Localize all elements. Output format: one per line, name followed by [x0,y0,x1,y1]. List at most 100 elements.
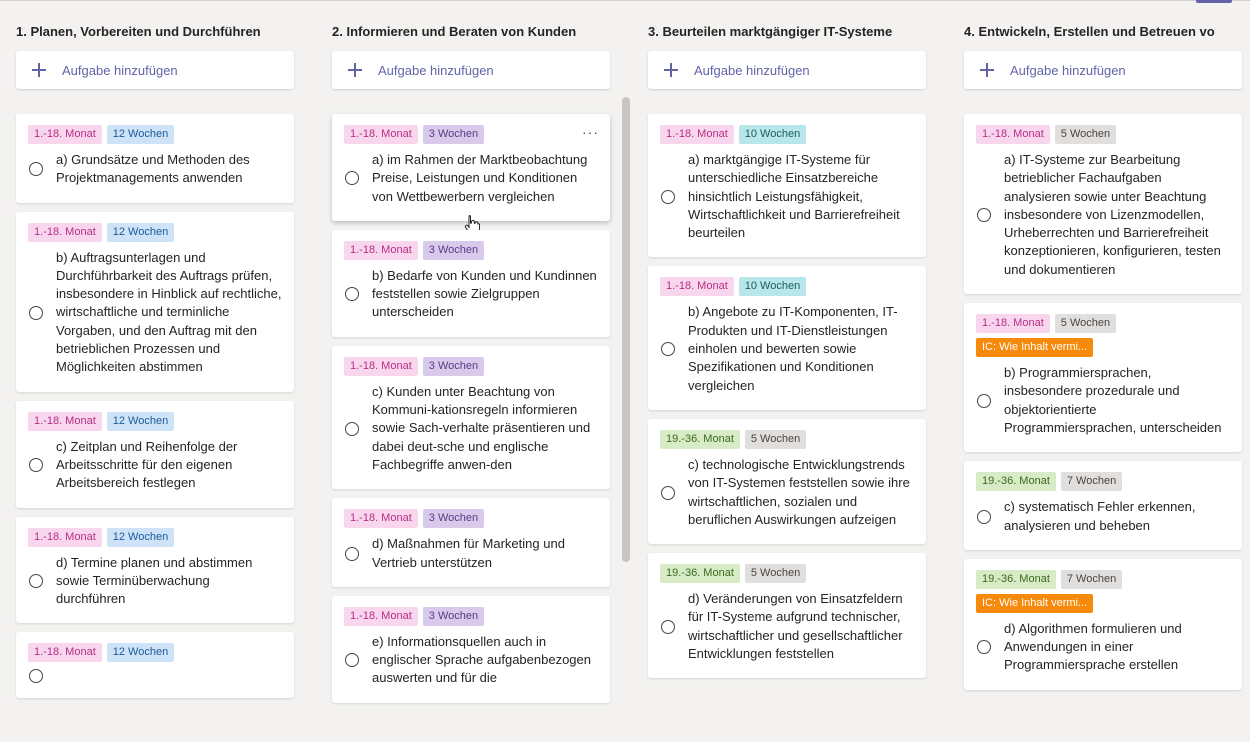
task-title: b) Programmiersprachen, insbesondere pro… [1004,365,1222,435]
label-badge: 12 Wochen [106,643,175,663]
bucket-title: 1. Planen, Vorbereiten und Durchführen [16,24,261,39]
task-row: c) Kunden unter Beachtung von Kommuni-ka… [344,383,598,474]
label-badge: 12 Wochen [106,222,175,242]
complete-task-checkbox[interactable] [977,640,991,655]
label-badge: 3 Wochen [422,606,485,626]
label-badge: 1.-18. Monat [660,277,734,297]
task-card[interactable]: 1.-18. Monat 10 Wochen a) marktgängige IT… [648,114,926,258]
label-badge: 1.-18. Monat [344,509,418,529]
complete-task-checkbox[interactable] [661,619,675,634]
add-task-label: Aufgabe hinzufügen [62,62,178,78]
bucket-column: 3. Beurteilen marktgängiger IT-Systeme A… [648,0,926,742]
label-badge: 12 Wochen [106,125,175,144]
task-row: a) marktgängige IT-Systeme für unterschi… [660,151,914,242]
card-list: 1.-18. Monat 12 Wochen a) Grundsätze und … [16,114,294,707]
complete-task-checkbox[interactable] [661,342,675,357]
task-card[interactable]: 1.-18. Monat 5 Wochen IC: Wie Inhalt vermi… [964,303,1242,453]
complete-task-checkbox[interactable] [29,458,43,473]
card-labels: 19.-36. Monat 7 Wochen [976,472,1230,492]
task-card[interactable]: 19.-36. Monat 7 Wochen IC: Wie Inhalt verm… [964,558,1242,690]
task-title: d) Veränderungen von Einsatzfeldern für … [688,591,903,662]
task-row: b) Programmiersprachen, insbesondere pro… [976,364,1230,437]
complete-task-checkbox[interactable] [29,574,43,588]
complete-task-checkbox[interactable] [345,171,359,186]
task-card[interactable]: 1.-18. Monat 12 Wochen d) Termine planen … [16,516,294,624]
complete-task-checkbox[interactable] [345,546,359,561]
task-card[interactable]: 1.-18. Monat 3 Wochen c) Kunden unter Bea… [332,345,610,490]
card-labels: 1.-18. Monat 3 Wochen [344,125,598,144]
task-card[interactable]: 19.-36. Monat 5 Wochen d) Veränderungen v… [648,553,926,679]
complete-task-checkbox[interactable] [977,208,991,223]
task-card[interactable]: 1.-18. Monat 5 Wochen a) IT-Systeme zur B… [964,114,1242,295]
task-title: d) Algorithmen formulieren und Anwendung… [1004,620,1182,673]
card-labels: 1.-18. Monat 10 Wochen [660,125,914,144]
task-title: c) systematisch Fehler erkennen, analysi… [1004,499,1196,533]
task-title: d) Termine planen und abstimmen sowie Te… [56,554,253,607]
task-row: b) Angebote zu IT-Komponenten, IT-Produk… [660,303,914,394]
label-badge: 19.-36. Monat [976,472,1056,492]
card-list: 1.-18. Monat 10 Wochen a) marktgängige IT… [648,114,926,687]
card-labels: 1.-18. Monat 3 Wochen [344,240,598,260]
bucket-title: 2. Informieren und Beraten von Kunden [332,24,577,39]
task-card[interactable]: 1.-18. Monat 10 Wochen b) Angebote zu IT-… [648,266,926,410]
task-title: a) im Rahmen der Marktbeobachtung Preise… [372,152,588,204]
complete-task-checkbox[interactable] [345,287,359,302]
task-card[interactable]: 1.-18. Monat 3 Wochen b) Bedarfe von Kund… [332,229,610,337]
label-badge: 3 Wochen [422,240,485,260]
label-badge: 1.-18. Monat [976,125,1050,144]
task-card[interactable]: 1.-18. Monat 12 Wochen b) Auftragsunterla… [16,211,294,392]
add-task-button[interactable]: Aufgabe hinzufügen [964,51,1242,89]
task-card[interactable]: 1.-18. Monat 3 Wochen a) im Rahmen der Ma… [332,114,610,236]
task-row: e) Informationsquellen auch in englische… [344,633,598,688]
task-card[interactable]: 1.-18. Monat 3 Wochen e) Informationsquel… [332,595,610,703]
card-labels: 1.-18. Monat 3 Wochen [344,509,598,529]
label-badge: 3 Wochen [422,509,485,529]
label-badge: 7 Wochen [1060,569,1123,589]
complete-task-checkbox[interactable] [345,653,359,668]
task-title: b) Bedarfe von Kunden und Kundinnen fest… [372,267,597,320]
complete-task-checkbox[interactable] [29,305,43,320]
complete-task-checkbox[interactable] [661,189,675,204]
add-task-button[interactable]: Aufgabe hinzufügen [648,51,926,89]
complete-task-checkbox[interactable] [29,669,43,684]
task-row: d) Algorithmen formulieren und Anwendung… [976,620,1230,675]
task-row: c) Zeitplan und Reihenfolge der Arbeitss… [28,438,282,493]
label-badge: 19.-36. Monat [660,564,740,584]
card-labels: 1.-18. Monat 10 Wochen [660,277,914,297]
task-title: e) Informationsquellen auch in englische… [372,633,592,686]
complete-task-checkbox[interactable] [661,485,675,500]
complete-task-checkbox[interactable] [345,421,359,436]
task-title: a) marktgängige IT-Systeme für unterschi… [688,152,900,241]
card-list: 1.-18. Monat 5 Wochen a) IT-Systeme zur B… [964,114,1242,699]
task-row: d) Termine planen und abstimmen sowie Te… [28,554,282,609]
bucket-title: 3. Beurteilen marktgängiger IT-Systeme [648,24,893,39]
label-badge: IC: Wie Inhalt vermi... [976,593,1094,613]
add-task-button[interactable]: Aufgabe hinzufügen [332,51,610,89]
task-card[interactable]: 1.-18. Monat 12 Wochen c) Zeitplan und Re… [16,400,294,508]
more-options-icon[interactable]: ··· [582,125,599,139]
task-title: d) Maßnahmen für Marketing und Vertrieb … [372,536,565,570]
task-card[interactable]: 19.-36. Monat 7 Wochen c) systematisch Fe… [964,461,1242,550]
label-badge: 1.-18. Monat [344,240,418,260]
scrollbar[interactable] [622,97,630,562]
card-labels: 1.-18. Monat 12 Wochen [28,222,282,242]
task-card[interactable]: 1.-18. Monat 12 Wochen [16,632,294,699]
task-card[interactable]: 19.-36. Monat 5 Wochen c) technologische … [648,418,926,545]
label-badge: 1.-18. Monat [344,125,418,144]
task-card[interactable]: 1.-18. Monat 12 Wochen a) Grundsätze und … [16,114,294,203]
label-badge: 12 Wochen [106,527,175,547]
complete-task-checkbox[interactable] [977,393,991,408]
complete-task-checkbox[interactable] [977,509,991,524]
label-badge: 5 Wochen [744,564,807,584]
task-row: c) systematisch Fehler erkennen, analysi… [976,498,1230,535]
add-task-button[interactable]: Aufgabe hinzufügen [16,51,294,89]
card-labels: 1.-18. Monat 5 Wochen [976,125,1230,144]
complete-task-checkbox[interactable] [29,162,43,177]
task-row: c) technologische Entwicklungstrends von… [660,456,914,529]
task-row: a) Grundsätze und Methoden des Projektma… [28,151,282,188]
label-badge: 1.-18. Monat [660,125,734,144]
label-badge: 5 Wochen [744,429,807,449]
task-title: a) IT-Systeme zur Bearbeitung betrieblic… [1004,152,1221,277]
task-card[interactable]: 1.-18. Monat 3 Wochen d) Maßnahmen für Ma… [332,498,610,587]
label-badge: 3 Wochen [422,356,485,376]
